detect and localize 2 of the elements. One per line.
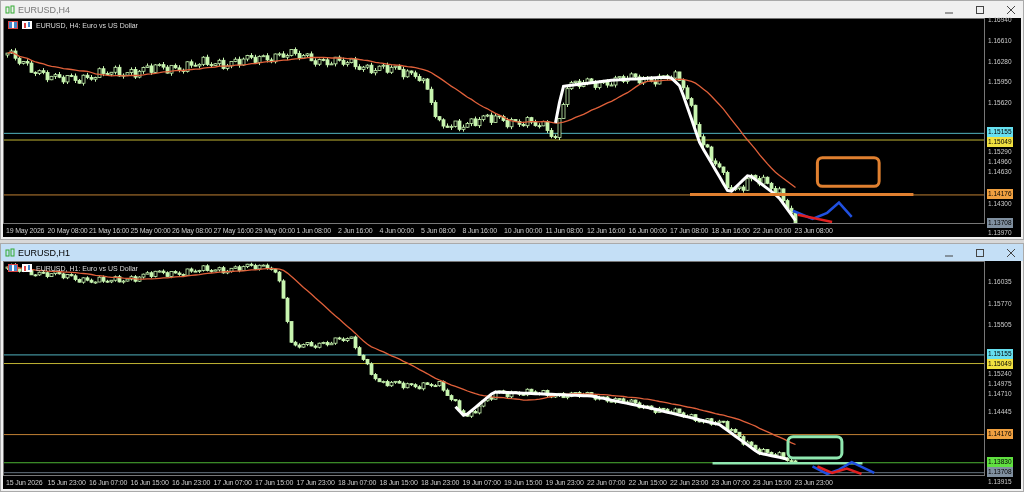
window-title: EURUSD,H4 bbox=[18, 4, 70, 15]
window-title: EURUSD,H1 bbox=[18, 247, 70, 258]
